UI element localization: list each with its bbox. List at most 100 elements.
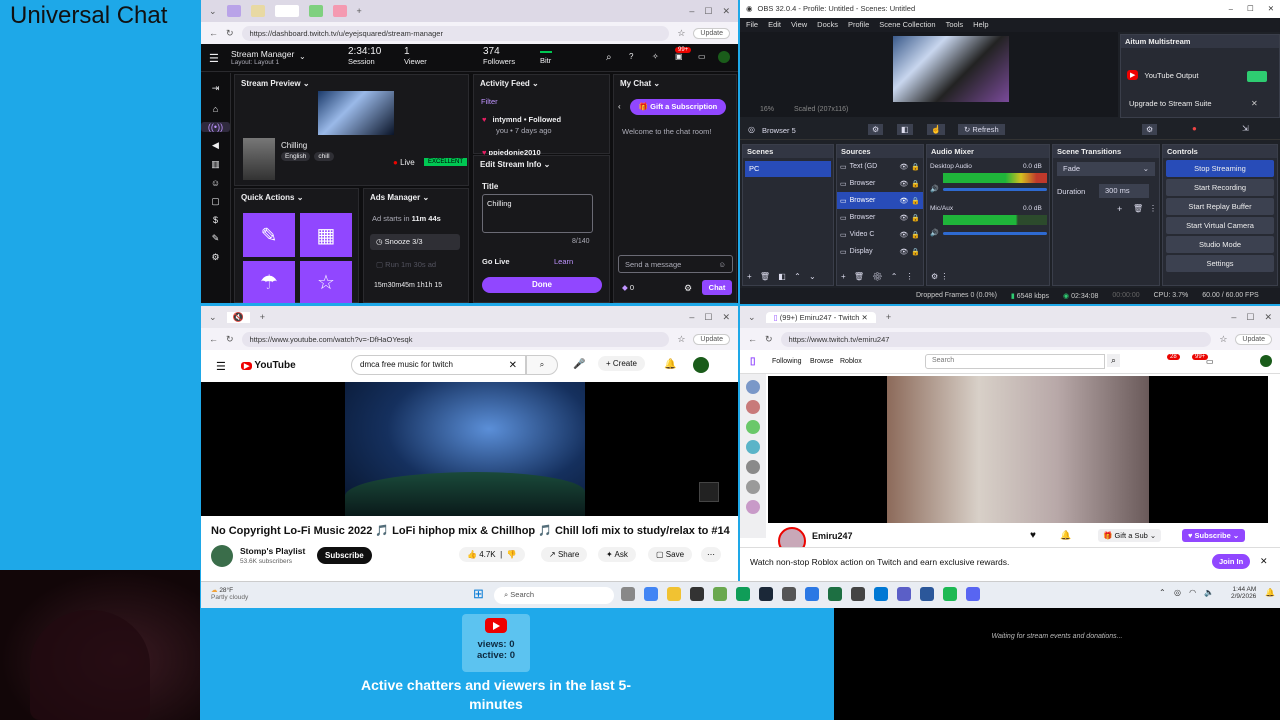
chat-bubble-icon[interactable]: ▭: [698, 52, 706, 61]
visibility-icon[interactable]: 👁: [899, 214, 908, 222]
followed-channel-avatar[interactable]: [746, 460, 760, 474]
speaker-icon[interactable]: 🔊: [930, 185, 939, 193]
scene-item-pc[interactable]: PC: [745, 161, 831, 177]
lock-icon[interactable]: 🔒: [911, 197, 920, 205]
followed-channel-avatar[interactable]: [746, 480, 760, 494]
search-icon[interactable]: ⌕: [1107, 354, 1121, 367]
network-icon[interactable]: ◎: [1174, 588, 1181, 597]
tab-twitch-active[interactable]: [274, 5, 299, 17]
mic-aux-slider[interactable]: [943, 232, 1047, 235]
done-button[interactable]: Done: [482, 277, 602, 293]
clear-icon[interactable]: ✕: [509, 360, 517, 371]
source-item[interactable]: ▭ Browser 👁 🔒: [837, 175, 923, 192]
minimize-icon[interactable]: –: [1231, 312, 1236, 322]
visibility-icon[interactable]: 👁: [899, 163, 908, 171]
mute-tab-icon[interactable]: 🔇: [226, 311, 250, 323]
tools-icon[interactable]: ✎: [201, 233, 230, 244]
followed-channel-avatar[interactable]: [746, 380, 760, 394]
url-field[interactable]: https://www.twitch.tv/emiru247: [780, 331, 1212, 347]
menu-icon[interactable]: ☰: [209, 52, 219, 65]
steam-icon[interactable]: [759, 587, 773, 601]
tab-purple[interactable]: [226, 5, 241, 17]
new-tab-icon[interactable]: +: [357, 6, 362, 16]
source-item[interactable]: ▭ Video C 👁 🔒: [837, 226, 923, 243]
followed-channel-avatar[interactable]: [746, 420, 760, 434]
star-icon[interactable]: ☆: [677, 28, 685, 39]
start-recording-button[interactable]: Start Recording: [1166, 179, 1274, 196]
desktop-audio-slider[interactable]: [943, 188, 1047, 191]
channel-points[interactable]: ◆ 0: [622, 283, 634, 292]
source-item[interactable]: ▭ Browser 👁 🔒: [837, 209, 923, 226]
studio-mode-button[interactable]: Studio Mode: [1166, 236, 1274, 253]
down-icon[interactable]: ⌄: [809, 272, 816, 281]
new-tab-icon[interactable]: +: [886, 312, 891, 322]
speaker-icon[interactable]: 🔊: [930, 229, 939, 237]
trash-icon[interactable]: 🗑: [1133, 204, 1143, 213]
dock-settings-icon[interactable]: ⚙: [1142, 124, 1158, 135]
title-input[interactable]: Chilling: [482, 194, 593, 233]
twitch-logo-icon[interactable]: ▯: [750, 356, 756, 367]
clock[interactable]: 1:44 AM 2/9/2026: [1231, 586, 1256, 600]
channel-avatar[interactable]: [211, 545, 233, 567]
duration-input[interactable]: 300 ms: [1099, 184, 1149, 198]
reload-icon[interactable]: ↻: [226, 28, 234, 39]
ask-button[interactable]: ✦ Ask: [598, 547, 636, 562]
filter-icon[interactable]: ◧: [778, 272, 786, 281]
close-icon[interactable]: ✕: [1268, 4, 1274, 14]
start-virtual-camera-button[interactable]: Start Virtual Camera: [1166, 217, 1274, 234]
menu-item-scene-collection[interactable]: Scene Collection: [879, 20, 935, 30]
nav-roblox[interactable]: Roblox: [840, 358, 862, 365]
gift-sub-button[interactable]: 🎁 Gift a Sub ⌄: [1098, 529, 1162, 542]
update-button[interactable]: Update: [693, 27, 730, 39]
weather-widget[interactable]: ☁ 28°F Partly cloudy: [211, 586, 248, 601]
visibility-icon[interactable]: 👁: [899, 197, 908, 205]
add-icon[interactable]: +: [747, 272, 752, 281]
url-field[interactable]: https://www.youtube.com/watch?v=-DfHaOYe…: [241, 331, 670, 347]
subscribe-button[interactable]: ♥ Subscribe ⌄: [1182, 529, 1246, 542]
analytics-icon[interactable]: ▥: [201, 159, 230, 170]
menu-item-profile[interactable]: Profile: [848, 20, 869, 30]
menu-item-file[interactable]: File: [746, 20, 758, 30]
video-player[interactable]: [201, 382, 738, 516]
menu-item-edit[interactable]: Edit: [768, 20, 781, 30]
bell-icon[interactable]: 🔔: [664, 359, 676, 370]
discord-icon[interactable]: [966, 587, 980, 601]
menu-item-view[interactable]: View: [791, 20, 807, 30]
star-icon[interactable]: ☆: [1219, 334, 1227, 345]
nav-following[interactable]: Following: [772, 358, 802, 365]
run-ad-button[interactable]: ▢ Run 1m 30s ad: [370, 257, 460, 273]
clip-button[interactable]: ▦: [300, 213, 352, 257]
settings-button[interactable]: Settings: [1166, 255, 1274, 272]
reload-icon[interactable]: ↻: [226, 334, 234, 345]
add-icon[interactable]: +: [1117, 204, 1122, 214]
help-icon[interactable]: ?: [629, 52, 633, 61]
visibility-icon[interactable]: 👁: [899, 180, 908, 188]
notifications-icon[interactable]: ▣: [675, 52, 683, 61]
menu-icon[interactable]: ☰: [216, 360, 226, 373]
settings-icon[interactable]: ⚙: [684, 283, 692, 294]
tab-red[interactable]: [332, 5, 347, 17]
source-item[interactable]: ▭ Display 👁 🔒: [837, 243, 923, 260]
record-dot-icon[interactable]: ●: [1192, 124, 1197, 133]
menu-item-docks[interactable]: Docks: [817, 20, 838, 30]
notification-center-icon[interactable]: 🔔: [1265, 588, 1275, 597]
join-in-button[interactable]: Join In: [1212, 554, 1251, 569]
lock-icon[interactable]: 🔒: [911, 163, 920, 171]
share-button[interactable]: ↗ Share: [541, 547, 588, 562]
settings-icon[interactable]: ⚙: [201, 252, 230, 263]
lock-icon[interactable]: 🔒: [911, 248, 920, 256]
followed-channel-avatar[interactable]: [746, 400, 760, 414]
teams-icon[interactable]: [897, 587, 911, 601]
chevron-down-icon[interactable]: ⌄: [748, 312, 756, 323]
youtube-logo[interactable]: ▶ YouTube: [241, 360, 296, 371]
back-icon[interactable]: ←: [209, 334, 218, 344]
visibility-icon[interactable]: 👁: [899, 248, 908, 256]
search-input[interactable]: Search: [925, 354, 1105, 369]
mixer-settings-icon[interactable]: ⚙ ⋮: [931, 272, 948, 281]
search-button[interactable]: ⌕: [526, 355, 558, 375]
star-icon[interactable]: ☆: [677, 334, 685, 345]
tab-twitch[interactable]: ▯ (99+) Emiru247 - Twitch ✕: [765, 311, 876, 323]
tag-english[interactable]: English: [281, 152, 311, 161]
chevron-down-icon[interactable]: ⌄: [209, 6, 217, 17]
word-icon[interactable]: [920, 587, 934, 601]
